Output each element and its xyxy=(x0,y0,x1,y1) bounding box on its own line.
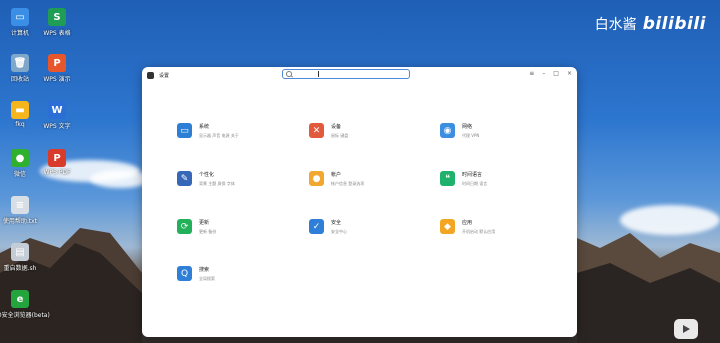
desktop-icon-image: e xyxy=(11,290,29,308)
settings-item-subtitle: 安全中心 xyxy=(331,229,347,234)
user-icon: ● xyxy=(309,171,324,186)
window-title: 设置 xyxy=(159,72,170,79)
desktop-icon[interactable]: W WPS 文字 xyxy=(27,101,87,130)
desktop-icon[interactable]: e 360安全浏览器(beta) xyxy=(0,290,50,319)
settings-window: 设置 ≡ – □ × ▭ 系统显示器 声音 电源 关于 ✕ 设备鼠标 键盘 ◉ 网络代理 … xyxy=(142,67,577,337)
desktop-icon-label: 360安全浏览器(beta) xyxy=(0,312,50,319)
settings-item-subtitle: 显示器 声音 电源 关于 xyxy=(199,133,239,138)
desktop-icon-image: P xyxy=(48,54,66,72)
desktop-icon[interactable]: P WPS 演示 xyxy=(27,54,87,83)
search-icon: Q xyxy=(177,266,192,281)
desktop-icon-image: ≡ xyxy=(11,196,29,214)
settings-item[interactable]: ● 帐户帐户信息 登录选项 xyxy=(309,171,364,187)
settings-item[interactable]: ◆ 应用开机启动 默认应用 xyxy=(440,219,495,235)
search-input[interactable] xyxy=(282,69,410,79)
desktop-icon[interactable]: P WPS PDF xyxy=(27,149,87,176)
settings-item[interactable]: ▭ 系统显示器 声音 电源 关于 xyxy=(177,123,239,139)
settings-item-title: 系统 xyxy=(199,124,210,130)
desktop-icon-image: S xyxy=(48,8,66,26)
minimize-button[interactable]: – xyxy=(542,70,545,77)
settings-item[interactable]: ◉ 网络代理 VPN xyxy=(440,123,479,139)
menu-button[interactable]: ≡ xyxy=(529,70,534,77)
settings-item-subtitle: 背景 主题 屏保 字体 xyxy=(199,181,235,186)
search-icon xyxy=(286,71,292,77)
settings-item-title: 应用 xyxy=(462,220,473,226)
brush-icon: ✎ xyxy=(177,171,192,186)
monitor-icon: ▭ xyxy=(177,123,192,138)
desktop-icon-label: 重启数据.sh xyxy=(3,265,37,272)
desktop-icon-label: 使用帮助.txt xyxy=(2,218,38,225)
settings-item-title: 帐户 xyxy=(331,172,342,178)
desktop-icon-label: WPS 文字 xyxy=(43,123,71,130)
settings-item-title: 设备 xyxy=(331,124,342,130)
settings-item[interactable]: Q 搜索全局搜索 xyxy=(177,266,215,282)
settings-item[interactable]: ✓ 安全安全中心 xyxy=(309,219,347,235)
settings-item[interactable]: ✕ 设备鼠标 键盘 xyxy=(309,123,348,139)
settings-item[interactable]: ✎ 个性化背景 主题 屏保 字体 xyxy=(177,171,235,187)
maximize-button[interactable]: □ xyxy=(553,70,559,77)
apps-icon: ◆ xyxy=(440,219,455,234)
settings-item-subtitle: 代理 VPN xyxy=(462,133,480,138)
desktop-icon[interactable]: ≡ 使用帮助.txt xyxy=(0,196,50,225)
globe-icon: ◉ xyxy=(440,123,455,138)
watermark-text: 白水酱 xyxy=(594,17,637,33)
bilibili-logo: bilibili xyxy=(642,14,706,34)
desktop-icon-label: WPS 演示 xyxy=(43,76,71,83)
close-button[interactable]: × xyxy=(567,70,572,77)
settings-item-subtitle: 更新 备份 xyxy=(199,229,217,234)
desktop-icon-label: WPS PDF xyxy=(43,169,71,176)
settings-item-subtitle: 帐户信息 登录选项 xyxy=(331,181,365,186)
desktop-icon[interactable]: S WPS 表格 xyxy=(27,8,87,37)
settings-item[interactable]: ❝ 时间语言时间日期 语言 xyxy=(440,171,487,187)
settings-app-icon xyxy=(147,71,154,79)
settings-item-title: 搜索 xyxy=(199,267,210,273)
settings-item[interactable]: ⟳ 更新更新 备份 xyxy=(177,219,216,235)
settings-item-title: 安全 xyxy=(331,220,342,226)
settings-item-subtitle: 时间日期 语言 xyxy=(462,181,488,186)
settings-item-title: 网络 xyxy=(462,124,473,130)
settings-item-subtitle: 开机启动 默认应用 xyxy=(462,229,496,234)
settings-item-subtitle: 全局搜索 xyxy=(199,276,215,281)
settings-item-title: 时间语言 xyxy=(462,172,483,178)
titlebar: 设置 ≡ – □ × xyxy=(142,67,577,83)
chat-icon: ❝ xyxy=(440,171,455,186)
refresh-icon: ⟳ xyxy=(177,219,192,234)
desktop-icon-label: WPS 表格 xyxy=(43,30,71,37)
desktop-icon[interactable]: ▤ 重启数据.sh xyxy=(0,243,50,272)
desktop-icon-image: W xyxy=(48,101,66,119)
settings-item-title: 个性化 xyxy=(199,172,215,178)
cloud xyxy=(90,170,150,188)
play-icon[interactable] xyxy=(674,319,698,339)
tools-icon: ✕ xyxy=(309,123,324,138)
desktop-icon-image: ▤ xyxy=(11,243,29,261)
settings-item-title: 更新 xyxy=(199,220,210,226)
text-cursor xyxy=(318,71,319,77)
bilibili-watermark: 白水酱 bilibili xyxy=(595,14,706,34)
settings-item-subtitle: 鼠标 键盘 xyxy=(331,133,349,138)
desktop-icon-image: P xyxy=(48,149,66,167)
shield-icon: ✓ xyxy=(309,219,324,234)
